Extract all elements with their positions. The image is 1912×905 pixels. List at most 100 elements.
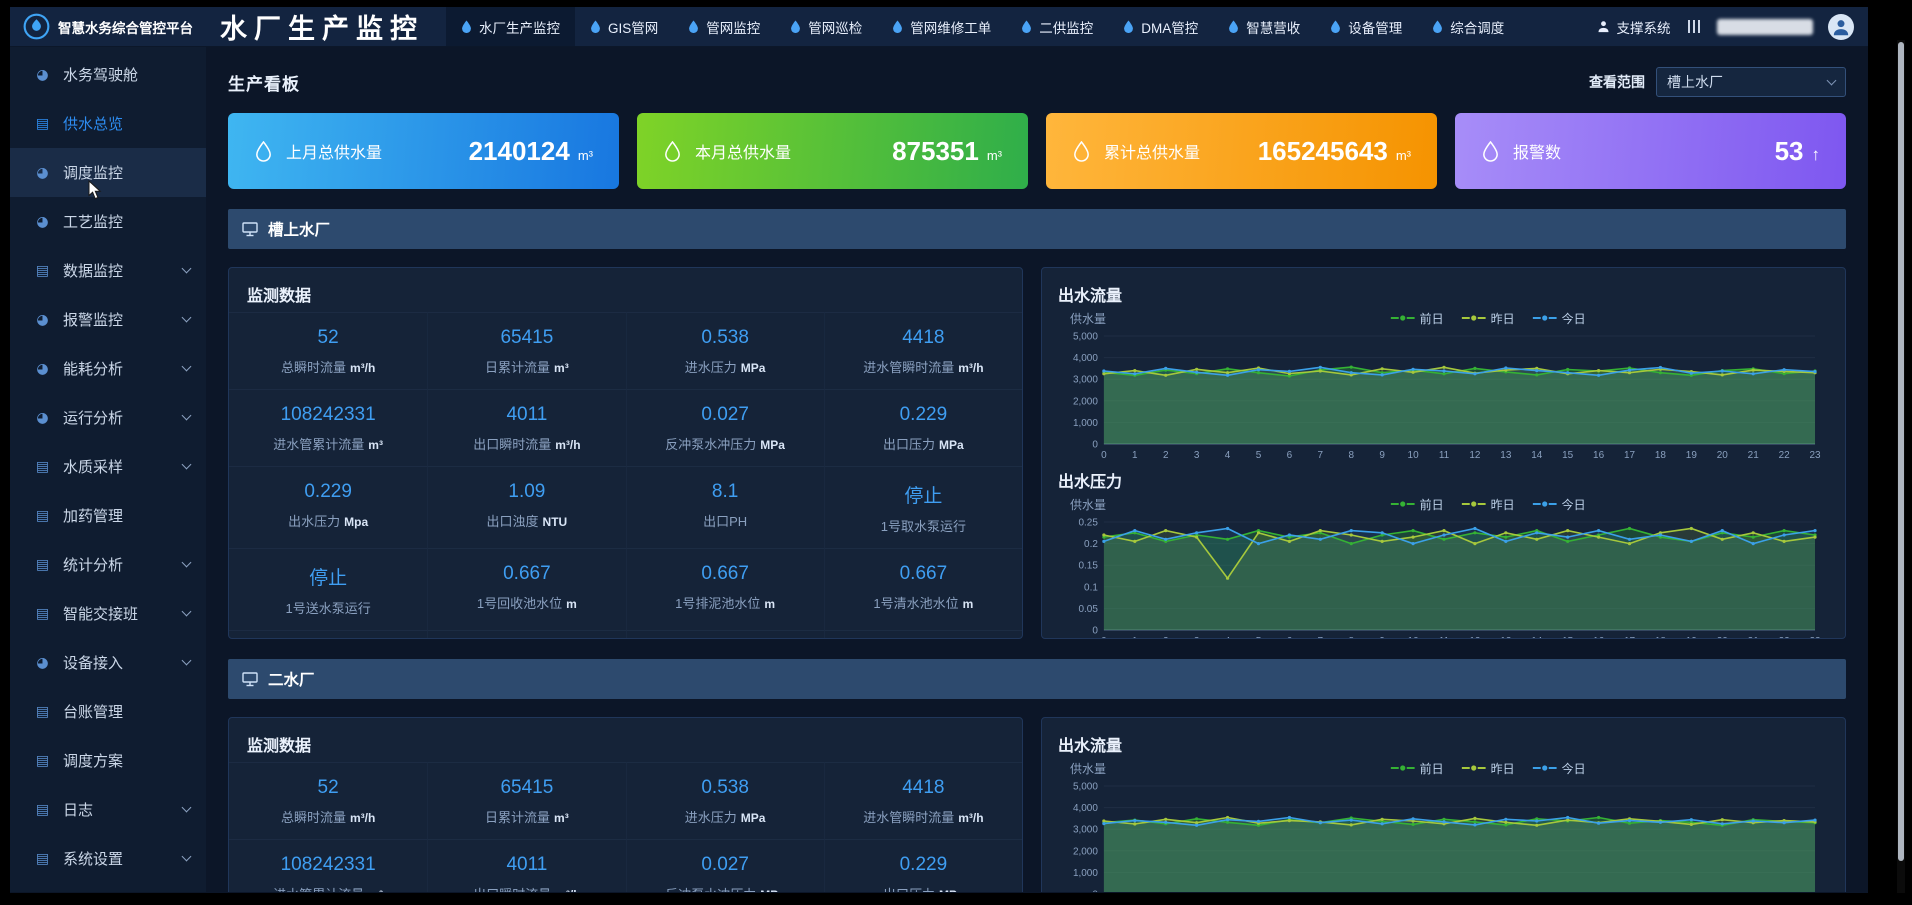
svg-text:23: 23 (1809, 450, 1821, 461)
svg-text:3,000: 3,000 (1073, 825, 1098, 836)
metric-value: 0.538 (631, 327, 820, 349)
chevron-down-icon (182, 656, 192, 666)
nav-item-label: 智慧营收 (1246, 17, 1300, 37)
sidebar-item-label: 供水总览 (63, 113, 123, 134)
sidebar-item[interactable]: ◕设备接入 (10, 638, 206, 687)
plant-section-band: 槽上水厂 (228, 209, 1846, 249)
sidebar-item[interactable]: ◕运行分析 (10, 393, 206, 442)
avatar[interactable] (1828, 14, 1854, 40)
nav-support-system[interactable]: 支撑系统 (1597, 17, 1671, 37)
topbar-nav-item[interactable]: 综合调度 (1417, 7, 1519, 46)
metric-cell: 4011 出口瞬时流量m³/h (427, 389, 625, 466)
legend-item: 前日 (1391, 760, 1444, 777)
topbar-nav-item[interactable]: DMA管控 (1108, 7, 1213, 46)
topbar-nav-item[interactable]: 管网维修工单 (877, 7, 1006, 46)
svg-text:15: 15 (1562, 636, 1574, 639)
legend-item: 昨日 (1462, 760, 1515, 777)
plant-select-value: 槽上水厂 (1667, 72, 1723, 92)
metric-label: 1号送水泵运行 (233, 598, 423, 617)
sidebar-item[interactable]: ◕ 工艺监控 (10, 197, 206, 246)
trend-up-icon: ↑ (1812, 145, 1821, 165)
stat-card-value: 165245643 (1258, 136, 1388, 167)
metric-label: 总瞬时流量m³/h (233, 357, 423, 376)
metric-label: 1号取水泵运行 (829, 516, 1018, 535)
metric-unit: MPa (939, 438, 964, 452)
scope-label: 查看范围 (1589, 72, 1645, 92)
topbar-right: 支撑系统 (1597, 7, 1869, 46)
plant-select[interactable]: 槽上水厂 (1656, 67, 1846, 97)
chevron-down-icon (182, 803, 192, 813)
legend-label: 今日 (1562, 496, 1586, 513)
legend-label: 前日 (1420, 760, 1444, 777)
sidebar-item[interactable]: ▤调度方案 (10, 736, 206, 785)
metric-unit: NTU (543, 515, 568, 529)
metric-cell: 0.6671号回收池水位m (427, 548, 625, 630)
svg-text:17: 17 (1624, 450, 1636, 461)
svg-text:0: 0 (1101, 636, 1107, 639)
metric-value: 4011 (432, 404, 621, 426)
sidebar-item-label: 调度监控 (63, 162, 123, 183)
app-window: 智慧水务综合管控平台 水厂生产监控 水厂生产监控GIS管网管网监控管网巡检管网维… (10, 7, 1868, 893)
sidebar-item[interactable]: ▤智能交接班 (10, 589, 206, 638)
metric-label: 出口PH (631, 511, 820, 530)
sidebar-item[interactable]: ◕水务驾驶舱 (10, 50, 206, 99)
sidebar-item[interactable]: ▤日志 (10, 785, 206, 834)
menu-bars-icon[interactable] (1686, 20, 1703, 33)
svg-text:9: 9 (1379, 636, 1385, 639)
plant-section-row: 监测数据52总瞬时流量m³/h65415日累计流量m³0.538进水压力MPa4… (228, 267, 1846, 639)
stat-card: 累计总供水量165245643m³ (1046, 113, 1437, 189)
chart-title: 出水压力 (1058, 468, 1829, 492)
document-icon: ▤ (34, 753, 51, 769)
topbar-nav-item[interactable]: 二供监控 (1006, 7, 1108, 46)
sidebar-item-label: 智能交接班 (63, 603, 138, 624)
sidebar-item-label: 工艺监控 (63, 211, 123, 232)
sidebar-item-label: 系统设置 (63, 848, 123, 869)
metric-cell: 108242331进水管累计流量m³ (229, 389, 427, 466)
water-drop-icon (1021, 20, 1032, 33)
chart-block: 出水流量供水量前日昨日今日5,0004,0003,0002,0001,00000… (1058, 282, 1829, 462)
stat-card: 报警数53↑ (1455, 113, 1846, 189)
sidebar-item[interactable]: ▤台账管理 (10, 687, 206, 736)
sidebar-item[interactable]: ▤数据监控 (10, 246, 206, 295)
topbar-nav-item[interactable]: 设备管理 (1315, 7, 1417, 46)
stat-card-value-group: 165245643m³ (1258, 136, 1411, 167)
page-scrollbar[interactable] (1897, 40, 1905, 893)
legend-label: 昨日 (1491, 760, 1515, 777)
topbar-nav-item[interactable]: 管网巡检 (775, 7, 877, 46)
metrics-grid: 52总瞬时流量m³/h65415日累计流量m³0.538进水压力MPa4418进… (229, 762, 1022, 892)
legend-item: 今日 (1533, 310, 1586, 327)
topbar-nav-item[interactable]: 水厂生产监控 (446, 7, 575, 46)
svg-text:4,000: 4,000 (1073, 353, 1098, 364)
legend-item: 今日 (1533, 496, 1586, 513)
metric-label: 出口浊度NTU (432, 511, 621, 530)
metric-unit: m³ (554, 811, 569, 825)
metric-cell: 0.229出口压力MPa (824, 839, 1022, 892)
metric-value: 0.229 (233, 481, 423, 503)
metric-label: 出口压力MPa (829, 884, 1018, 892)
sidebar-item[interactable]: ▤统计分析 (10, 540, 206, 589)
metric-cell: 0.229出水压力Mpa (229, 466, 427, 548)
sidebar-item[interactable]: ▤供水总览 (10, 99, 206, 148)
scrollbar-thumb[interactable] (1898, 42, 1904, 861)
metric-value: 0.667 (829, 563, 1018, 585)
topbar-nav-item[interactable]: 智慧营收 (1213, 7, 1315, 46)
sidebar-item[interactable]: ◕报警监控 (10, 295, 206, 344)
metric-value: 0.027 (631, 404, 820, 426)
sidebar-item[interactable]: ◕调度监控 (10, 148, 206, 197)
sidebar-item[interactable]: ◕能耗分析 (10, 344, 206, 393)
pie-chart-icon: ◕ (34, 214, 51, 230)
topbar-nav-item[interactable]: 管网监控 (673, 7, 775, 46)
sidebar-item[interactable]: ▤水质采样 (10, 442, 206, 491)
topbar-nav-item[interactable]: GIS管网 (575, 7, 673, 46)
metric-value: 停止 (829, 481, 1018, 508)
metric-label: 出口瞬时流量m³/h (432, 434, 621, 453)
svg-text:2: 2 (1163, 450, 1169, 461)
topbar: 智慧水务综合管控平台 水厂生产监控 水厂生产监控GIS管网管网监控管网巡检管网维… (10, 7, 1868, 47)
metric-cell: 4011出口瞬时流量m³/h (427, 839, 625, 892)
sidebar-item[interactable]: ▤加药管理 (10, 491, 206, 540)
metric-cell: 0.538进水压力MPa (626, 312, 824, 389)
sidebar-item[interactable]: ▤系统设置 (10, 834, 206, 883)
metric-value: 停止 (233, 563, 423, 590)
chart-title: 出水流量 (1058, 732, 1829, 756)
legend-label: 前日 (1420, 496, 1444, 513)
